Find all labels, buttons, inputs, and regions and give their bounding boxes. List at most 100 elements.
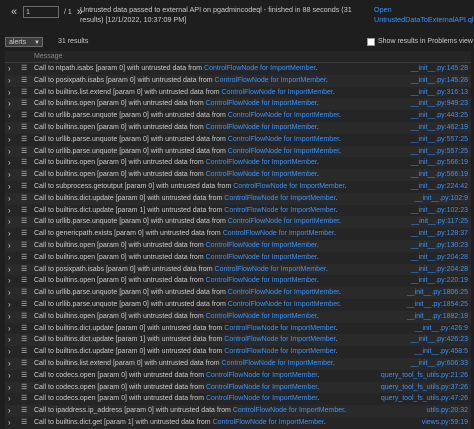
chevron-right-icon[interactable]: ›	[8, 358, 11, 370]
chevron-right-icon[interactable]: ›	[8, 134, 11, 146]
location-link[interactable]: __init__.py:606:33	[411, 358, 468, 370]
table-row[interactable]: › ☰ Call to posixpath.isabs [param 0] with…	[5, 74, 471, 87]
table-row[interactable]: › ☰ Call to builtins.open [param 0] with u…	[5, 121, 471, 134]
location-link[interactable]: __init__.py:458:5	[415, 346, 468, 358]
table-row[interactable]: › ☰ Call to urllib.parse.unquote [param 0]…	[5, 110, 471, 122]
source-link[interactable]: ControlFlowNode for ImportMember	[206, 242, 317, 249]
table-row[interactable]: › ☰ Call to builtins.open [param 0] with u…	[5, 157, 471, 170]
table-row[interactable]: › ☰ Call to builtins.open [param 0] with u…	[5, 239, 471, 252]
source-link[interactable]: ControlFlowNode for ImportMember	[206, 313, 317, 320]
source-link[interactable]: ControlFlowNode for ImportMember	[206, 395, 317, 402]
location-link[interactable]: query_tool_fs_utils.py:47:26	[381, 393, 468, 405]
location-link[interactable]: __init__.py:145:28	[411, 63, 468, 75]
chevron-right-icon[interactable]: ›	[8, 228, 11, 240]
chevron-right-icon[interactable]: ›	[8, 75, 11, 87]
location-link[interactable]: __init__.py:426:9	[415, 323, 468, 335]
location-link[interactable]: views.py:59:19	[422, 417, 468, 429]
table-row[interactable]: › ☰ Call to builtins.dict.update [param 1]…	[5, 204, 471, 217]
table-row[interactable]: › ☰ Call to posixpath.isabs [param 0] with…	[5, 263, 471, 276]
table-row[interactable]: › ☰ Call to builtins.dict.update [param 0]…	[5, 192, 471, 205]
table-row[interactable]: › ☰ Call to builtins.dict.update [param 1]…	[5, 334, 471, 347]
table-row[interactable]: › ☰ Call to builtins.dict.update [param 0]…	[5, 322, 471, 335]
location-link[interactable]: __init__.py:145:28	[411, 75, 468, 87]
location-link[interactable]: __init__.py:1882:19	[407, 311, 468, 323]
table-row[interactable]: › ☰ Call to builtins.list.extend [param 0]…	[5, 86, 471, 99]
source-link[interactable]: ControlFlowNode for ImportMember	[204, 65, 315, 72]
prev-page-button[interactable]: «	[8, 6, 20, 18]
table-row[interactable]: › ☰ Call to subprocess.getoutput [param 0]…	[5, 180, 471, 193]
source-link[interactable]: ControlFlowNode for ImportMember	[213, 419, 324, 426]
chevron-right-icon[interactable]: ›	[8, 110, 11, 122]
chevron-right-icon[interactable]: ›	[8, 405, 11, 417]
open-query-link[interactable]: Open UntrustedDataToExternalAPI.ql	[374, 5, 473, 25]
source-link[interactable]: ControlFlowNode for ImportMember	[228, 136, 339, 143]
table-row[interactable]: › ☰ Call to builtins.open [param 0] with u…	[5, 310, 471, 323]
problems-view-toggle[interactable]: Show results in Problems view	[367, 37, 473, 47]
chevron-right-icon[interactable]: ›	[8, 169, 11, 181]
location-link[interactable]: __init__.py:102:23	[411, 205, 468, 217]
result-set-select[interactable]: alerts ▼	[5, 37, 43, 47]
chevron-right-icon[interactable]: ›	[8, 205, 11, 217]
source-link[interactable]: ControlFlowNode for ImportMember	[228, 148, 339, 155]
source-link[interactable]: ControlFlowNode for ImportMember	[233, 407, 344, 414]
table-row[interactable]: › ☰ Call to builtins.open [param 0] with u…	[5, 275, 471, 288]
table-row[interactable]: › ☰ Call to urllib.parse.unquote [param 0]…	[5, 287, 471, 299]
table-row[interactable]: › ☰ Call to ipaddress.ip_address [param 0]…	[5, 405, 471, 417]
chevron-right-icon[interactable]: ›	[8, 393, 11, 405]
chevron-right-icon[interactable]: ›	[8, 63, 11, 75]
location-link[interactable]: __init__.py:443:25	[411, 110, 468, 122]
table-row[interactable]: › ☰ Call to builtins.open [param 0] with u…	[5, 169, 471, 181]
chevron-right-icon[interactable]: ›	[8, 122, 11, 134]
source-link[interactable]: ControlFlowNode for ImportMember	[228, 289, 339, 296]
location-link[interactable]: __init__.py:128:37	[411, 228, 468, 240]
source-link[interactable]: ControlFlowNode for ImportMember	[224, 325, 335, 332]
table-row[interactable]: › ☰ Call to ntpath.isabs [param 0] with un…	[5, 63, 471, 75]
location-link[interactable]: __init__.py:566:19	[411, 169, 468, 181]
table-row[interactable]: › ☰ Call to codecs.open [param 0] with unt…	[5, 381, 471, 394]
source-link[interactable]: ControlFlowNode for ImportMember	[215, 266, 326, 273]
source-link[interactable]: ControlFlowNode for ImportMember	[224, 195, 335, 202]
location-link[interactable]: __init__.py:316:13	[411, 87, 468, 99]
location-link[interactable]: __init__.py:557:25	[411, 146, 468, 158]
location-link[interactable]: utils.py:20:32	[427, 405, 468, 417]
source-link[interactable]: ControlFlowNode for ImportMember	[228, 218, 339, 225]
location-link[interactable]: __init__.py:1854:25	[407, 299, 468, 311]
chevron-right-icon[interactable]: ›	[8, 240, 11, 252]
table-row[interactable]: › ☰ Call to urllib.parse.unquote [param 0]…	[5, 298, 471, 311]
location-link[interactable]: __init__.py:566:19	[411, 157, 468, 169]
location-link[interactable]: __init__.py:220:19	[411, 275, 468, 287]
source-link[interactable]: ControlFlowNode for ImportMember	[224, 348, 335, 355]
source-link[interactable]: ControlFlowNode for ImportMember	[206, 384, 317, 391]
source-link[interactable]: ControlFlowNode for ImportMember	[206, 159, 317, 166]
chevron-right-icon[interactable]: ›	[8, 87, 11, 99]
chevron-right-icon[interactable]: ›	[8, 417, 11, 429]
chevron-right-icon[interactable]: ›	[8, 382, 11, 394]
location-link[interactable]: __init__.py:130:23	[411, 240, 468, 252]
source-link[interactable]: ControlFlowNode for ImportMember	[206, 100, 317, 107]
location-link[interactable]: __init__.py:557:25	[411, 134, 468, 146]
location-link[interactable]: query_tool_fs_utils.py:21:26	[381, 370, 468, 382]
source-link[interactable]: ControlFlowNode for ImportMember	[206, 254, 317, 261]
source-link[interactable]: ControlFlowNode for ImportMember	[228, 112, 339, 119]
table-row[interactable]: › ☰ Call to builtins.open [param 0] with u…	[5, 98, 471, 111]
source-link[interactable]: ControlFlowNode for ImportMember	[215, 77, 326, 84]
chevron-right-icon[interactable]: ›	[8, 287, 11, 299]
chevron-right-icon[interactable]: ›	[8, 157, 11, 169]
table-row[interactable]: › ☰ Call to urllib.parse.unquote [param 0]…	[5, 145, 471, 158]
source-link[interactable]: ControlFlowNode for ImportMember	[224, 207, 335, 214]
location-link[interactable]: query_tool_fs_utils.py:37:26	[381, 382, 468, 394]
chevron-right-icon[interactable]: ›	[8, 299, 11, 311]
page-number-input[interactable]	[23, 6, 59, 18]
location-link[interactable]: __init__.py:426:23	[411, 334, 468, 346]
location-link[interactable]: __init__.py:204:28	[411, 252, 468, 264]
chevron-right-icon[interactable]: ›	[8, 264, 11, 276]
source-link[interactable]: ControlFlowNode for ImportMember	[222, 360, 333, 367]
location-link[interactable]: __init__.py:1806:25	[407, 287, 468, 299]
table-row[interactable]: › ☰ Call to builtins.open [param 0] with u…	[5, 251, 471, 264]
source-link[interactable]: ControlFlowNode for ImportMember	[222, 89, 333, 96]
source-link[interactable]: ControlFlowNode for ImportMember	[228, 301, 339, 308]
chevron-right-icon[interactable]: ›	[8, 146, 11, 158]
problems-view-checkbox[interactable]	[367, 38, 375, 46]
location-link[interactable]: __init__.py:949:23	[411, 98, 468, 110]
source-link[interactable]: ControlFlowNode for ImportMember	[223, 230, 334, 237]
